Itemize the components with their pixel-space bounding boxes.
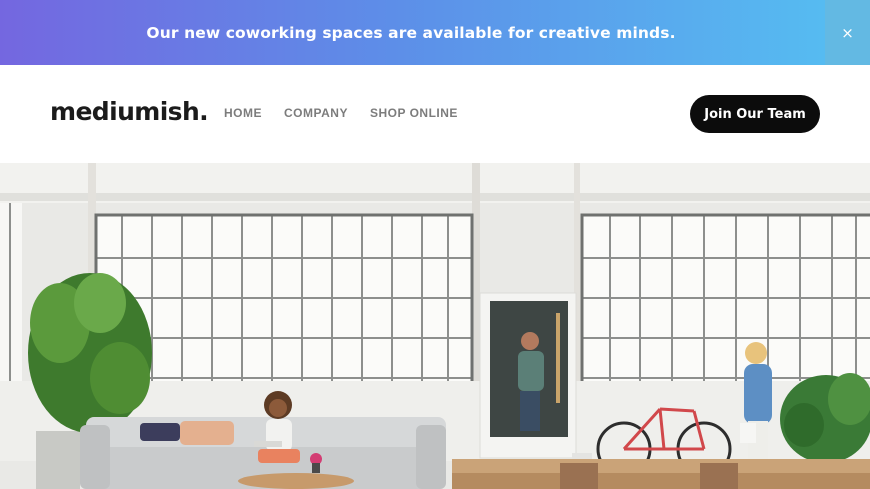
nav-company[interactable]: COMPANY [284, 106, 348, 120]
nav-home[interactable]: HOME [224, 106, 262, 120]
site-header: mediumish. HOME COMPANY SHOP ONLINE Join… [0, 65, 870, 163]
nav-shop-online[interactable]: SHOP ONLINE [370, 106, 458, 120]
announcement-text: Our new coworking spaces are available f… [146, 23, 676, 42]
site-logo[interactable]: mediumish. [50, 97, 209, 126]
phone-booth [479, 292, 577, 459]
main-nav: HOME COMPANY SHOP ONLINE [224, 106, 458, 120]
announcement-banner: Our new coworking spaces are available f… [0, 0, 870, 65]
join-our-team-button[interactable]: Join Our Team [690, 95, 820, 133]
hero-image [0, 163, 870, 489]
close-icon[interactable]: × [825, 0, 870, 65]
window-left [94, 213, 474, 385]
window-right [580, 213, 870, 385]
